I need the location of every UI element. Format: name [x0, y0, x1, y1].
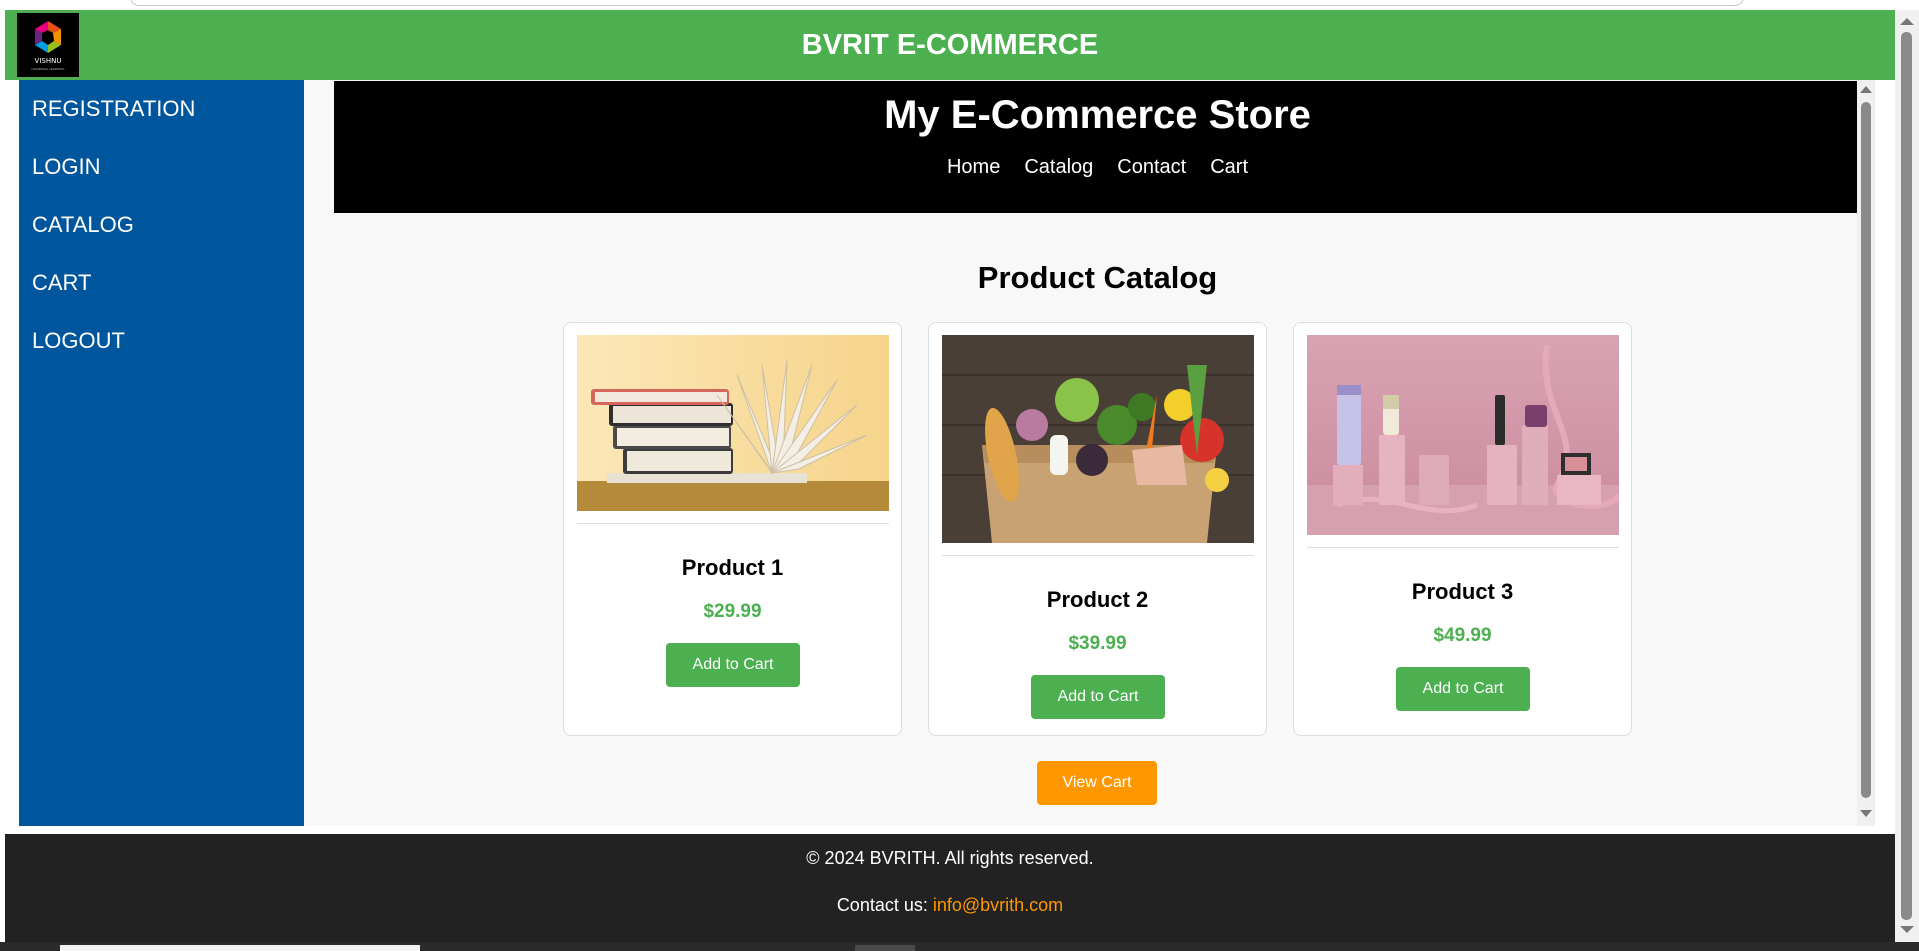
scroll-up-arrow-icon[interactable]	[1860, 86, 1872, 93]
product-card: Product 3 $49.99 Add to Cart	[1293, 322, 1632, 736]
page-scroll-down-arrow-icon[interactable]	[1900, 926, 1914, 933]
site-title: BVRIT E-COMMERCE	[801, 29, 1099, 61]
site-header: VISHNU UNIVERSAL LEARNING BVRIT E-COMMER…	[5, 10, 1895, 80]
taskbar-strip	[0, 942, 1919, 951]
product-card: Product 1 $29.99 Add to Cart	[563, 322, 902, 736]
product-name: Product 1	[681, 555, 784, 580]
sidebar-item-cart[interactable]: CART	[19, 254, 304, 312]
groceries-image	[942, 335, 1254, 543]
product-card: Product 2 $39.99 Add to Cart	[928, 322, 1267, 736]
taskbar-segment	[60, 945, 420, 951]
scrollbar-thumb[interactable]	[1861, 102, 1871, 798]
sidebar-item-catalog[interactable]: CATALOG	[19, 196, 304, 254]
scroll-down-arrow-icon[interactable]	[1860, 810, 1872, 817]
contact-email-link[interactable]: info@bvrith.com	[933, 895, 1063, 915]
product-price: $29.99	[703, 601, 762, 622]
contact-label: Contact us:	[836, 895, 933, 915]
sidebar: REGISTRATION LOGIN CATALOG CART LOGOUT	[19, 80, 304, 826]
browser-window: VISHNU UNIVERSAL LEARNING BVRIT E-COMMER…	[0, 0, 1919, 951]
add-to-cart-button[interactable]: Add to Cart	[1031, 675, 1165, 719]
add-to-cart-button[interactable]: Add to Cart	[1396, 667, 1530, 711]
card-divider	[942, 555, 1254, 556]
sidebar-item-registration[interactable]: REGISTRATION	[19, 80, 304, 138]
content-scrollbar[interactable]	[1857, 80, 1875, 826]
books-image	[577, 335, 889, 511]
product-price: $49.99	[1433, 625, 1492, 646]
sidebar-item-logout[interactable]: LOGOUT	[19, 312, 304, 370]
nav-link-catalog[interactable]: Catalog	[1024, 156, 1093, 179]
nav-link-home[interactable]: Home	[947, 156, 1000, 179]
content-frame: My E-Commerce Store Home Catalog Contact…	[304, 80, 1870, 826]
sidebar-item-login[interactable]: LOGIN	[19, 138, 304, 196]
product-name: Product 2	[1046, 587, 1149, 612]
page-scrollbar-thumb[interactable]	[1901, 32, 1912, 920]
address-bar[interactable]	[130, 0, 1744, 6]
card-divider	[577, 523, 889, 524]
add-to-cart-button[interactable]: Add to Cart	[666, 643, 800, 687]
store-header: My E-Commerce Store Home Catalog Contact…	[334, 81, 1861, 213]
card-divider	[1307, 547, 1619, 548]
product-price: $39.99	[1068, 633, 1127, 654]
cosmetics-image	[1307, 335, 1619, 535]
page-scroll-up-arrow-icon[interactable]	[1900, 18, 1914, 25]
site-footer: © 2024 BVRITH. All rights reserved. Cont…	[5, 834, 1895, 942]
browser-top-strip	[0, 0, 1919, 10]
catalog-heading: Product Catalog	[977, 260, 1218, 295]
product-name: Product 3	[1411, 579, 1514, 604]
product-grid: Product 1 $29.99 Add to Cart Product 2 $…	[563, 322, 1633, 738]
page-scrollbar[interactable]	[1895, 10, 1919, 942]
contact-line: Contact us: info@bvrith.com	[5, 895, 1895, 916]
store-nav: Home Catalog Contact Cart	[334, 156, 1861, 179]
view-cart-button[interactable]: View Cart	[1037, 761, 1157, 805]
copyright-text: © 2024 BVRITH. All rights reserved.	[806, 848, 1094, 868]
taskbar-segment	[855, 945, 915, 951]
store-title: My E-Commerce Store	[884, 93, 1311, 137]
nav-link-contact[interactable]: Contact	[1117, 156, 1186, 179]
nav-link-cart[interactable]: Cart	[1210, 156, 1248, 179]
